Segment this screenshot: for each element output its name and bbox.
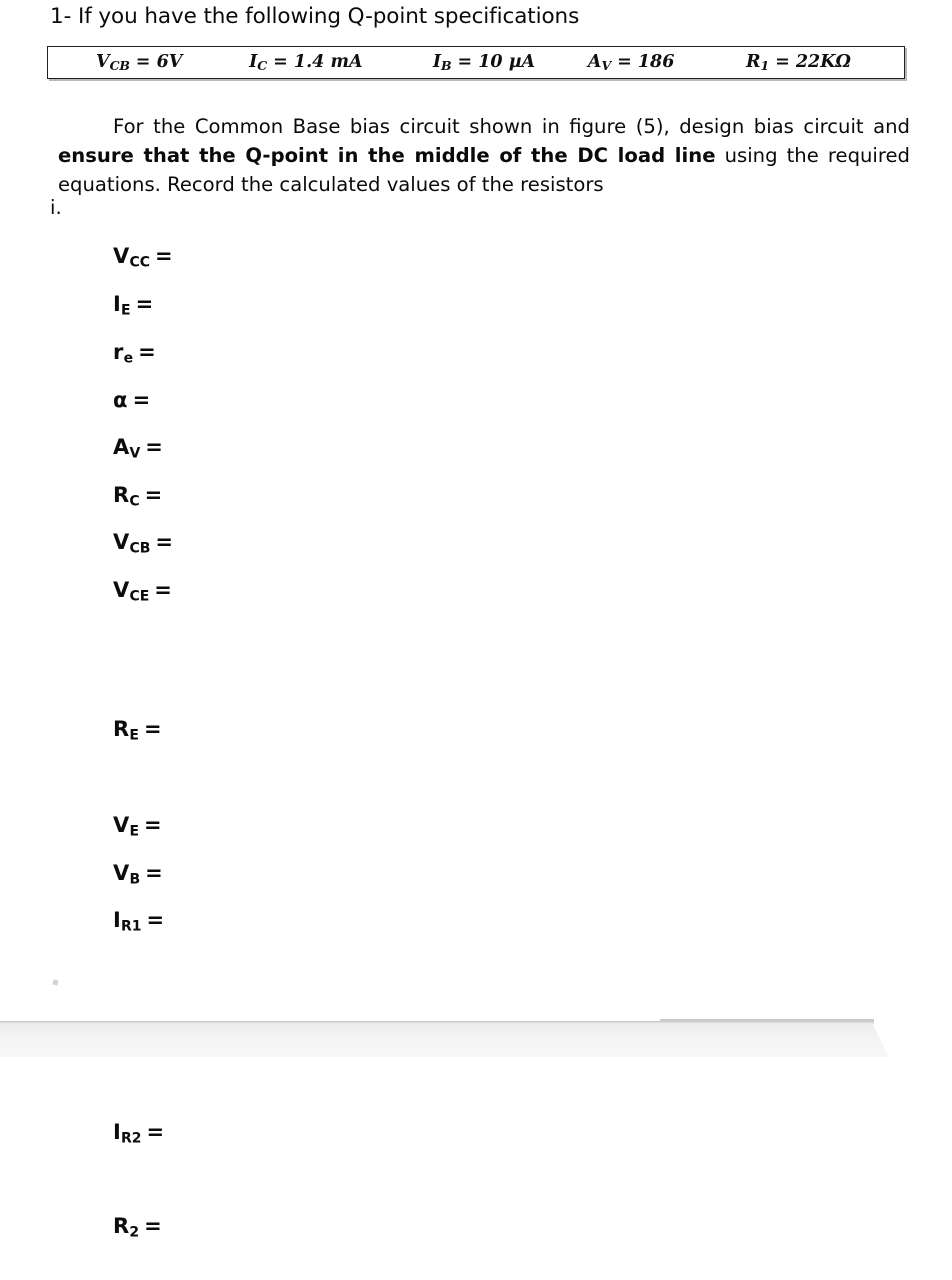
answer-symbol: V [113, 530, 130, 554]
spec-cell-ic: IC = 1.4 mA [249, 52, 433, 73]
spec-symbol: I [432, 52, 442, 73]
paper-fold-highlight [660, 1019, 874, 1021]
answer-symbol: R [113, 483, 130, 507]
answer-symbol: V [113, 813, 130, 837]
answer-symbol: V [113, 861, 130, 885]
answer-blank-ir2[interactable]: IR2 = [113, 1120, 164, 1147]
answer-equals-sign: = [155, 530, 174, 554]
answer-blank-re[interactable]: re = [113, 340, 156, 367]
spec-symbol: R [745, 52, 761, 73]
spec-subscript: 1 [760, 57, 770, 73]
answer-blank-ir1[interactable]: IR1 = [113, 908, 164, 935]
spec-cell-vcb: VCB = 6V [96, 52, 249, 73]
spec-value: 1.4 mA [293, 52, 363, 73]
answer-symbol: A [113, 435, 130, 459]
paper-fold-artifact [0, 1019, 890, 1057]
spec-relation: = [267, 52, 294, 73]
answer-subscript: CB [129, 540, 151, 557]
answer-blank-re[interactable]: RE = [113, 717, 162, 744]
spec-cell-r1: R1 = 22KΩ [746, 52, 904, 73]
spec-symbol: V [96, 52, 110, 73]
spec-symbol: A [587, 52, 602, 73]
answer-blank-vcc[interactable]: VCC = [113, 244, 173, 271]
answer-blank-vce[interactable]: VCE = [113, 578, 172, 605]
answer-blank-ie[interactable]: IE = [113, 292, 153, 319]
answer-symbol: R [113, 1214, 130, 1238]
answer-equals-sign: = [154, 578, 173, 602]
answer-equals-sign: = [144, 813, 162, 837]
answer-equals-sign: = [132, 388, 151, 412]
spec-subscript: B [441, 57, 452, 73]
spec-relation: = [610, 52, 638, 73]
answer-subscript: CC [129, 254, 151, 271]
answer-subscript: C [129, 493, 140, 510]
spec-subscript: V [601, 57, 611, 73]
answer-equals-sign: = [155, 244, 173, 268]
answer-symbol: I [113, 908, 122, 932]
answer-subscript: E [121, 302, 131, 319]
answer-subscript: CE [129, 588, 150, 605]
spec-subscript: C [257, 57, 268, 73]
spec-table: VCB = 6V IC = 1.4 mA IB = 10 µA AV = 186… [47, 46, 905, 79]
scan-speck [52, 979, 59, 986]
answer-subscript: E [129, 727, 139, 744]
spec-relation: = [129, 52, 157, 73]
answer-symbol: α [113, 388, 128, 412]
answer-subscript: R1 [121, 918, 142, 935]
answer-subscript: V [129, 445, 141, 462]
prompt-part-1: For the Common Base bias circuit shown i… [113, 114, 910, 138]
spec-value: 6V [156, 52, 183, 73]
answer-equals-sign: = [143, 717, 162, 741]
answer-blank-rc[interactable]: RC = [113, 483, 162, 510]
spec-value: 186 [637, 52, 675, 73]
answer-symbol: V [113, 578, 130, 602]
answer-symbol: I [113, 1120, 122, 1144]
paper-fold-edge [0, 1021, 874, 1024]
spec-relation: = [451, 52, 479, 73]
answer-symbol: R [113, 717, 130, 741]
spec-relation: = [769, 52, 796, 73]
spec-subscript: CB [109, 57, 130, 73]
answer-subscript: E [129, 823, 140, 840]
answer-blank-α[interactable]: α = [113, 388, 150, 412]
answer-equals-sign: = [146, 908, 165, 932]
paper-fold-band [0, 1023, 889, 1057]
spec-value: 22KΩ [795, 52, 851, 73]
list-marker-i: i. [50, 196, 62, 219]
answer-symbol: r [113, 340, 124, 364]
spec-cell-ib: IB = 10 µA [433, 52, 588, 73]
answer-symbol: I [113, 292, 122, 316]
answer-blank-r2[interactable]: R2 = [113, 1214, 162, 1241]
answer-equals-sign: = [144, 1214, 162, 1238]
answer-blank-vcb[interactable]: VCB = [113, 530, 173, 557]
answer-equals-sign: = [146, 1120, 165, 1144]
prompt-paragraph: For the Common Base bias circuit shown i… [58, 112, 910, 199]
answer-subscript: e [123, 350, 134, 367]
answer-blank-ve[interactable]: VE = [113, 813, 162, 840]
answer-blank-vb[interactable]: VB = [113, 861, 163, 888]
answer-equals-sign: = [145, 435, 164, 459]
answer-blank-av[interactable]: AV = [113, 435, 163, 462]
paper-fold-notch [660, 1021, 676, 1025]
table-row: VCB = 6V IC = 1.4 mA IB = 10 µA AV = 186… [48, 47, 904, 78]
answer-subscript: R2 [121, 1130, 142, 1147]
answer-equals-sign: = [144, 483, 163, 507]
answer-subscript: B [129, 871, 141, 888]
spec-value: 10 µA [478, 52, 536, 73]
prompt-emphasis: ensure that the Q-point in the middle of… [58, 143, 716, 167]
answer-equals-sign: = [135, 292, 154, 316]
answer-equals-sign: = [145, 861, 163, 885]
page-title: 1- If you have the following Q-point spe… [50, 4, 580, 29]
answer-subscript: 2 [129, 1224, 140, 1241]
spec-cell-av: AV = 186 [588, 52, 746, 73]
answer-equals-sign: = [138, 340, 156, 364]
document-page: 1- If you have the following Q-point spe… [0, 0, 952, 1280]
answer-symbol: V [113, 244, 130, 268]
